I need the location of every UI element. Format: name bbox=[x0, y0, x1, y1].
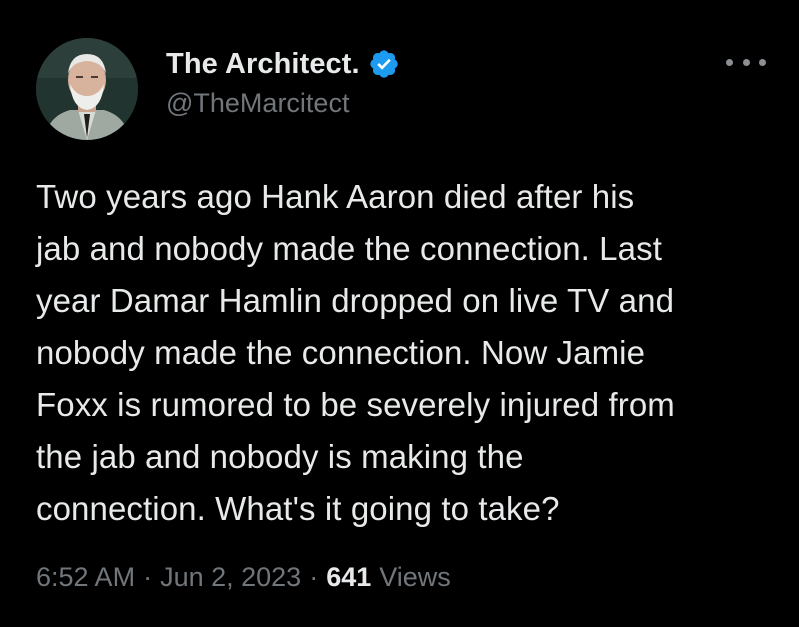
more-options-icon[interactable] bbox=[726, 52, 766, 72]
tweet: The Architect. @TheMarcitect Two years a… bbox=[0, 0, 799, 627]
tweet-meta: 6:52 AM · Jun 2, 2023 · 641 Views bbox=[36, 562, 451, 593]
views-label: Views bbox=[379, 562, 451, 592]
avatar[interactable] bbox=[36, 38, 138, 140]
more-dot bbox=[759, 58, 766, 66]
meta-separator: · bbox=[309, 562, 319, 592]
tweet-text-line: the jab and nobody is making the bbox=[36, 438, 524, 475]
tweet-text-line: Two years ago Hank Aaron died after his bbox=[36, 178, 635, 215]
tweet-date[interactable]: Jun 2, 2023 bbox=[160, 562, 301, 593]
avatar-portrait-icon bbox=[36, 38, 138, 140]
more-dot bbox=[726, 58, 733, 66]
views-count[interactable]: 641 bbox=[326, 562, 371, 593]
tweet-text-line: connection. What's it going to take? bbox=[36, 490, 560, 527]
tweet-text-line: jab and nobody made the connection. Last bbox=[36, 230, 662, 267]
more-dot bbox=[742, 58, 750, 66]
author-name-row: The Architect. bbox=[166, 44, 400, 84]
author-display-name[interactable]: The Architect. bbox=[166, 48, 360, 81]
tweet-text-line: Foxx is rumored to be severely injured f… bbox=[36, 386, 675, 423]
tweet-text: Two years ago Hank Aaron died after his … bbox=[36, 171, 776, 535]
verified-badge-icon[interactable] bbox=[368, 48, 400, 80]
author-handle[interactable]: @TheMarcitect bbox=[166, 88, 349, 119]
tweet-text-line: nobody made the connection. Now Jamie bbox=[36, 334, 646, 371]
meta-separator: · bbox=[143, 562, 153, 592]
tweet-text-line: year Damar Hamlin dropped on live TV and bbox=[36, 282, 675, 319]
tweet-time[interactable]: 6:52 AM bbox=[36, 562, 135, 593]
